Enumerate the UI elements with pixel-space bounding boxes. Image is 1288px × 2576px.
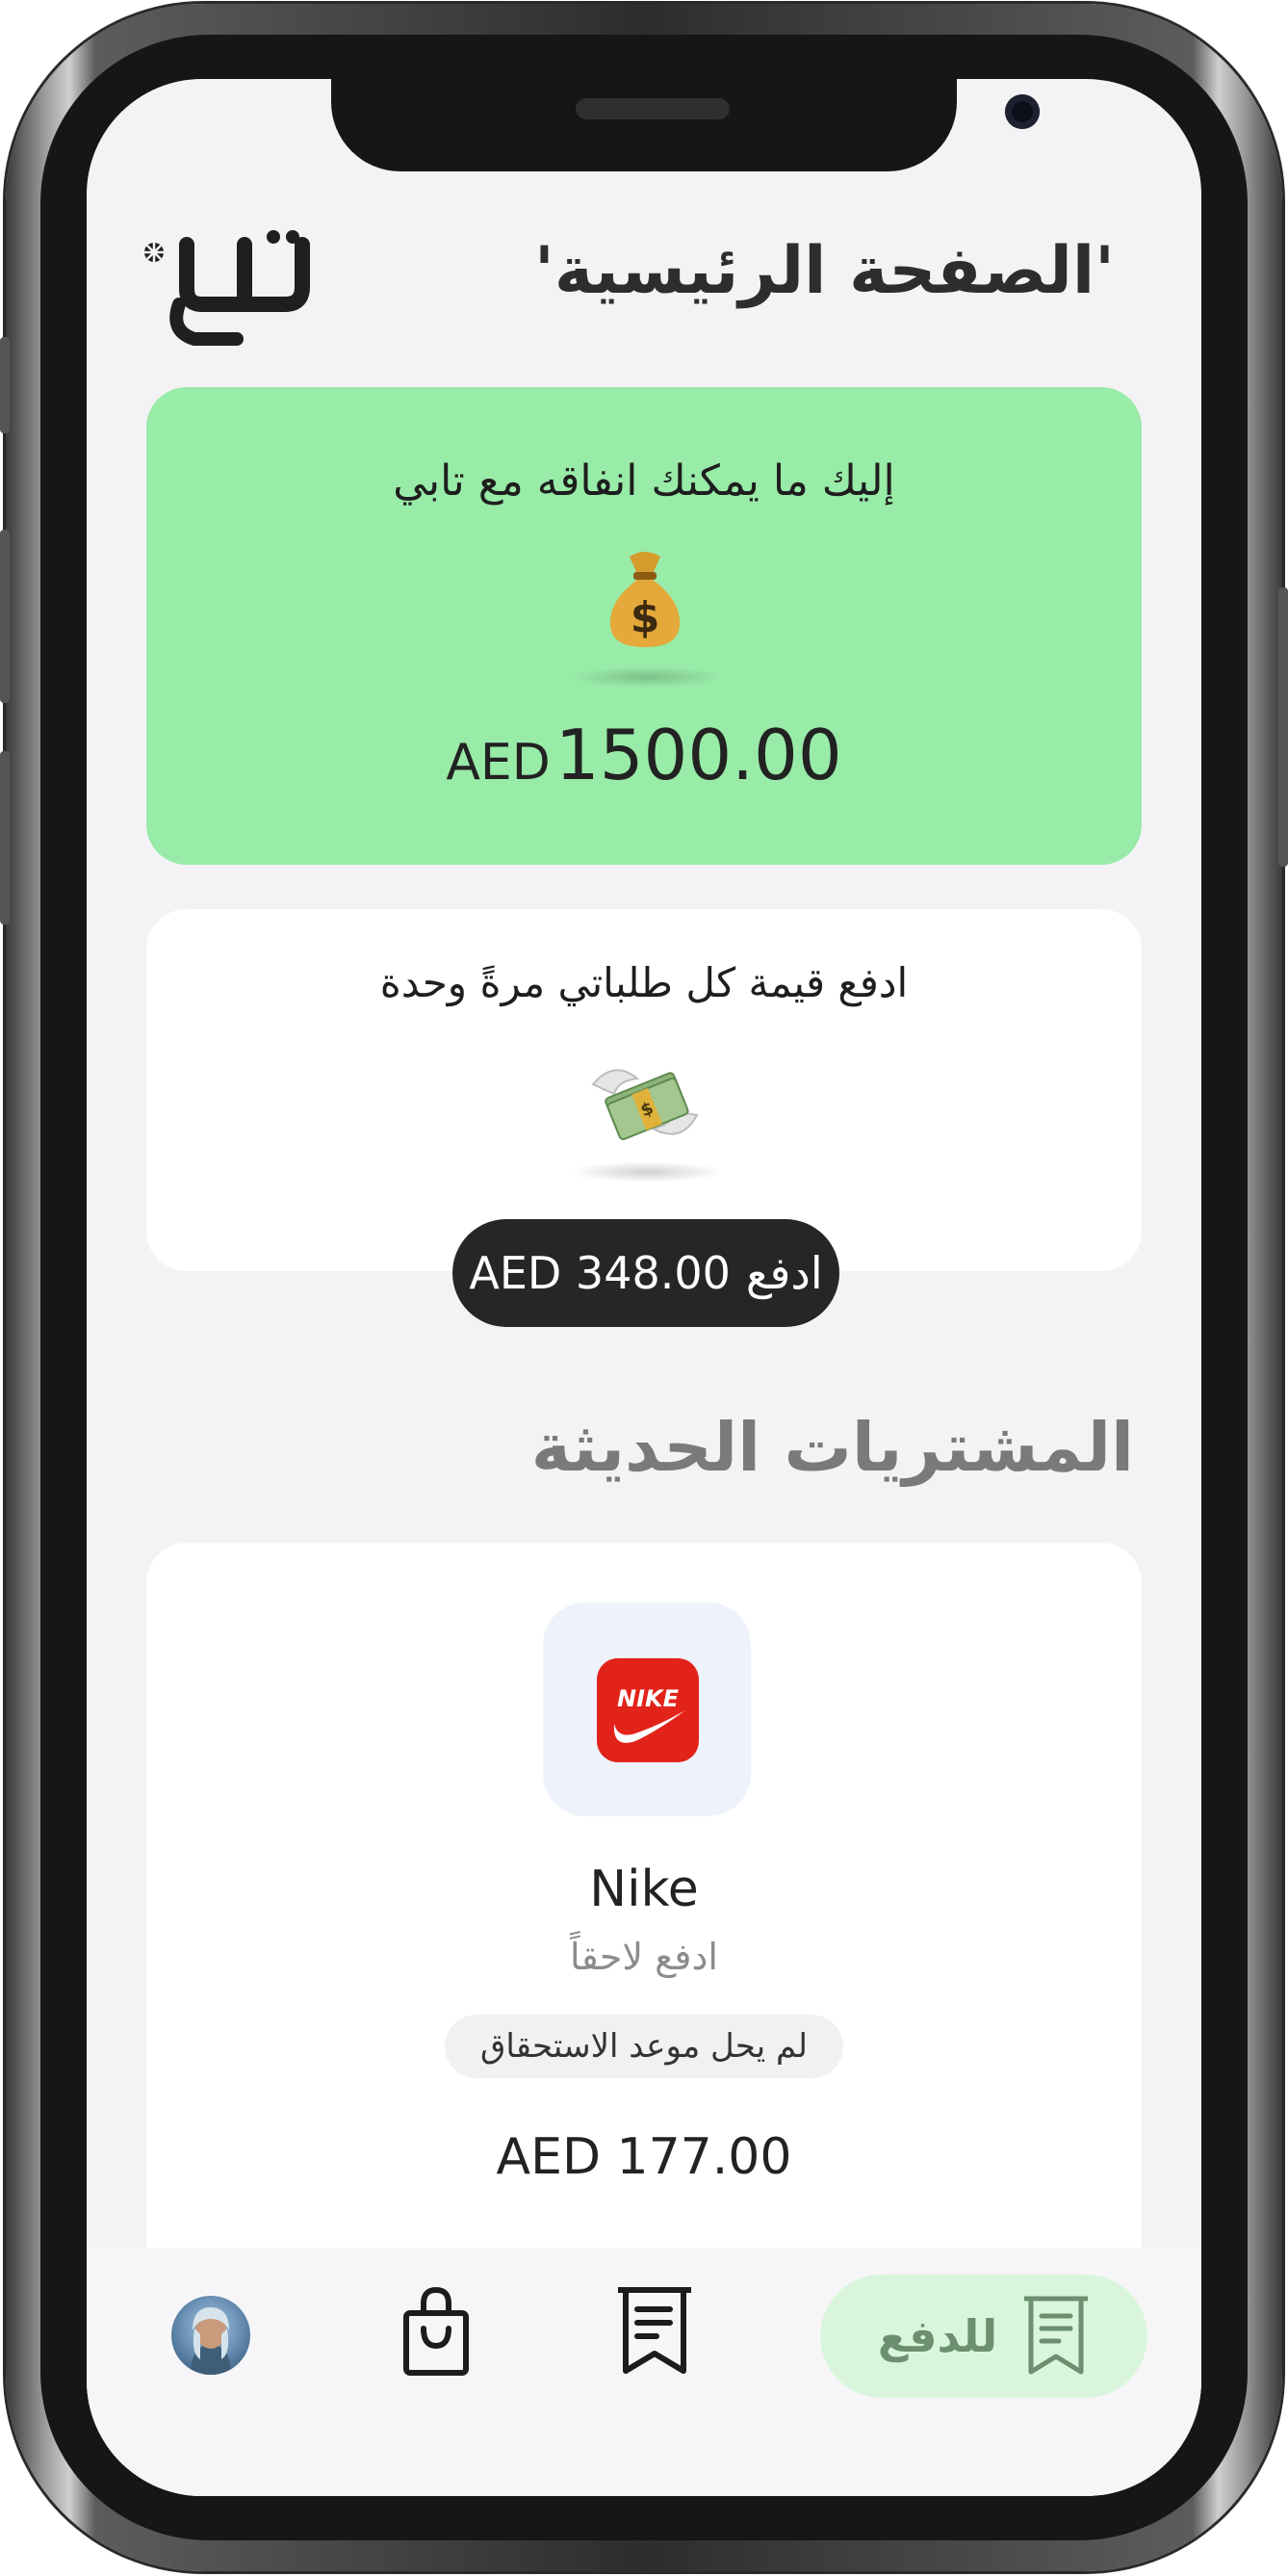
pay-all-heading: ادفع قيمة كل طلباتي مرةً وحدة <box>379 959 909 1006</box>
tabby-logo <box>144 230 310 346</box>
page-title: 'الصفحة الرئيسية' <box>534 233 1115 309</box>
purchase-amount: AED 177.00 <box>496 2128 792 2186</box>
spend-limit-heading: إليك ما يمكنك انفاقه مع تابي <box>393 456 895 506</box>
power-button <box>1278 587 1288 867</box>
svg-text:$: $ <box>631 593 660 642</box>
bottom-nav: للدفع <box>87 2248 1201 2496</box>
pay-all-button[interactable]: AED 348.00 ادفع <box>452 1219 839 1327</box>
app-screen: 'الصفحة الرئيسية' إليك ما يمكنك انفاقه م… <box>87 79 1201 2496</box>
status-badge: لم يحل موعد الاستحقاق <box>445 2015 843 2078</box>
receipt-icon <box>1024 2296 1089 2375</box>
avatar[interactable] <box>171 2296 250 2375</box>
icon-shadow <box>570 1161 724 1183</box>
front-camera <box>1005 94 1040 129</box>
recent-purchases-title: المشتريات الحديثة <box>530 1408 1134 1487</box>
svg-text:NIKE: NIKE <box>617 1685 680 1712</box>
nike-logo: NIKE <box>597 1658 699 1762</box>
phone-notch <box>331 79 1040 171</box>
speaker-grille <box>576 98 730 119</box>
icon-shadow <box>570 666 724 688</box>
shopping-bag-icon[interactable] <box>399 2284 474 2379</box>
pay-nav-button[interactable]: للدفع <box>820 2275 1147 2398</box>
currency-label: AED <box>446 734 551 792</box>
spend-limit-card: إليك ما يمكنك انفاقه مع تابي $ AED 1500.… <box>146 387 1142 865</box>
amount-value: 1500.00 <box>554 715 842 795</box>
pay-nav-label: للدفع <box>877 2310 998 2362</box>
merchant-logo-tile: NIKE <box>543 1602 751 1816</box>
mute-switch <box>0 337 10 433</box>
money-bag-icon: $ <box>609 552 681 647</box>
pay-all-button-label: ادفع <box>745 1247 823 1299</box>
payment-plan-label: ادفع لاحقاً <box>570 1936 718 1978</box>
merchant-name: Nike <box>589 1860 699 1918</box>
volume-up-button <box>0 530 10 703</box>
pay-all-card: ادفع قيمة كل طلباتي مرةً وحدة $ <box>146 909 1142 1271</box>
available-amount: AED 1500.00 <box>146 715 1142 795</box>
money-with-wings-icon: $ <box>591 1069 699 1140</box>
pay-all-button-amount: AED 348.00 <box>469 1247 731 1299</box>
receipt-icon[interactable] <box>614 2284 695 2379</box>
volume-down-button <box>0 751 10 924</box>
